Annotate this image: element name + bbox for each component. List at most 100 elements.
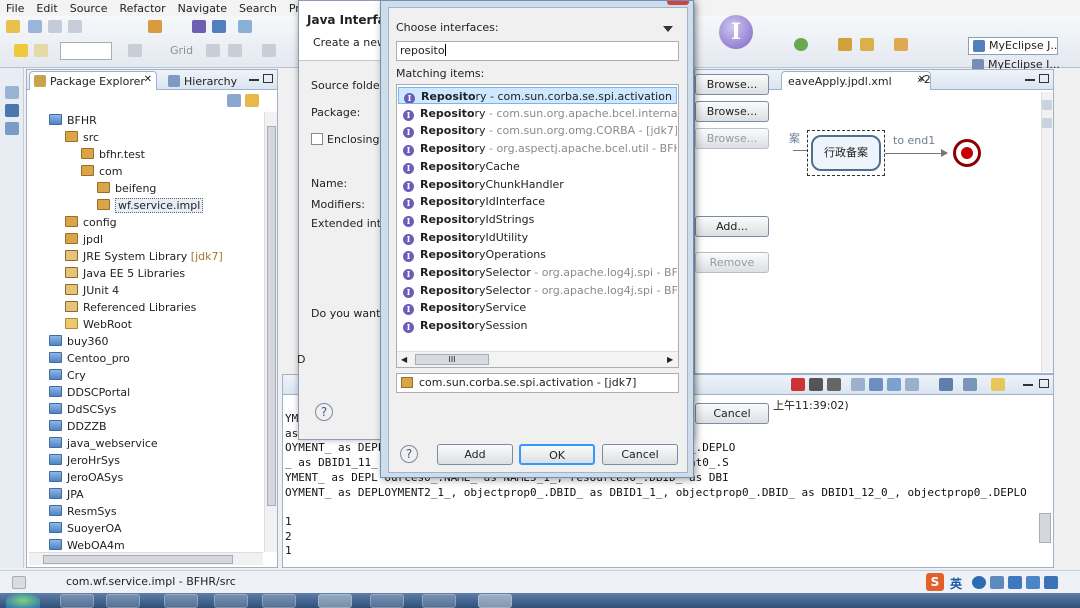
open-console-icon[interactable] [939,378,953,391]
pencil-icon[interactable] [14,44,28,57]
restore-icon[interactable] [5,86,19,99]
interface-item[interactable]: I Repository - com.sun.corba.se.spi.activ… [398,87,677,104]
open-type-icon[interactable] [192,20,206,33]
tasks-icon[interactable] [5,122,19,135]
tree-item[interactable]: DdSCSys [49,401,116,418]
link-editor-icon[interactable] [245,94,259,107]
clear-console-icon[interactable] [869,378,883,391]
taskbar-chrome-icon[interactable] [214,594,248,608]
maximize-icon[interactable] [1039,74,1049,83]
minimize-icon[interactable] [249,79,259,81]
interface-item[interactable]: I RepositoryIdStrings [398,211,677,228]
tree-vertical-scrollbar[interactable] [264,112,277,552]
deploy-icon[interactable] [860,38,874,51]
end-node[interactable] [953,139,981,167]
scroll-right-icon[interactable]: ▶ [667,355,673,364]
search-icon[interactable] [238,20,252,33]
tree-item[interactable]: JUnit 4 [65,282,119,299]
interface-item[interactable]: I RepositoryIdInterface [398,193,677,210]
open-resource-icon[interactable] [212,20,226,33]
tree-item[interactable]: bfhr.test [81,146,145,163]
taskbar-cmd-icon[interactable] [318,594,352,608]
package-browse-button[interactable]: Browse... [695,101,769,122]
tree-item[interactable]: wf.service.impl [97,197,204,214]
scroll-lock-icon[interactable] [851,378,865,391]
start-button-icon[interactable] [6,593,40,608]
interface-item[interactable]: I RepositorySelector - org.apache.log4j.s… [398,282,677,299]
tree-item[interactable]: DDSCPortal [49,384,130,401]
save-icon[interactable] [28,20,42,33]
align-icon[interactable] [262,44,276,57]
save-all-icon[interactable] [48,20,62,33]
transition-line[interactable] [885,153,947,154]
tree-item[interactable]: JRE System Library [jdk7] [65,248,223,265]
remove-interface-button[interactable]: Remove [695,252,769,273]
tree-item[interactable]: Cry [49,367,86,384]
menu-refactor[interactable]: Refactor [114,2,172,15]
collapse-all-icon[interactable] [227,94,241,107]
task-node[interactable]: 行政备案 [811,135,881,171]
interface-item[interactable]: I RepositoryIdUtility [398,229,677,246]
matching-items-list[interactable]: I Repository - com.sun.corba.se.spi.activ… [396,84,679,368]
interface-item[interactable]: I Repository - org.aspectj.apache.bcel.ut… [398,140,677,157]
tree-item[interactable]: ResmSys [49,503,117,520]
connect-icon[interactable] [228,44,242,57]
minimize-icon[interactable] [1025,79,1035,81]
source-folder-browse-button[interactable]: Browse... [695,74,769,95]
sogou-ime-icon[interactable]: S [926,573,944,591]
taskbar-eclipse-icon[interactable] [478,594,512,608]
menu-edit[interactable]: Edit [30,2,63,15]
pin-console-icon[interactable] [905,378,919,391]
skin-icon[interactable] [1026,576,1040,589]
snap-icon[interactable] [128,44,142,57]
maximize-icon[interactable] [263,74,273,83]
interface-item[interactable]: I RepositoryService [398,299,677,316]
browser-icon[interactable] [894,38,908,51]
tools-icon[interactable] [1044,576,1058,589]
interface-item[interactable]: I Repository - com.sun.org.apache.bcel.in… [398,105,677,122]
tree-item[interactable]: jpdl [65,231,103,248]
remove-launch-icon[interactable] [809,378,823,391]
tree-item[interactable]: beifeng [97,180,156,197]
fast-view-icon[interactable] [12,576,26,589]
tree-item[interactable]: DDZZB [49,418,107,435]
tree-item[interactable]: java_webservice [49,435,158,452]
tree-item[interactable]: config [65,214,117,231]
dialog-add-button[interactable]: Add [437,444,513,465]
perspective-myeclipse-java[interactable]: MyEclipse J... [968,37,1058,55]
marker-icon[interactable] [34,44,48,57]
tree-item[interactable]: WebOA4m [49,537,125,550]
scroll-thumb[interactable]: III [415,354,489,365]
tree-item[interactable]: src [65,129,99,146]
menu-search[interactable]: Search [233,2,283,15]
tree-item[interactable]: Centoo_pro [49,350,130,367]
tree-item[interactable]: SuoyerOA [49,520,121,537]
help-icon[interactable]: ? [400,445,418,463]
tree-horizontal-scrollbar[interactable] [29,552,263,565]
interface-item[interactable]: I RepositoryOperations [398,246,677,263]
tree-item[interactable]: JeroHrSys [49,452,120,469]
interface-item[interactable]: I RepositoryChunkHandler [398,176,677,193]
palette-icon[interactable] [1042,100,1052,110]
tree-item[interactable]: Referenced Libraries [65,299,196,316]
interface-item[interactable]: I RepositorySelector - org.apache.log4j.s… [398,264,677,281]
close-window-icon[interactable] [667,1,689,5]
new-class-icon[interactable] [148,20,162,33]
scroll-left-icon[interactable]: ◀ [401,355,407,364]
tree-item[interactable]: JeroOASys [49,469,123,486]
palette-icon[interactable] [1042,118,1052,128]
punctuation-icon[interactable] [990,576,1004,589]
add-interface-button[interactable]: Add... [695,216,769,237]
enclosing-browse-button[interactable]: Browse... [695,128,769,149]
dialog-cancel-button[interactable]: Cancel [602,444,678,465]
console-scroll-thumb[interactable] [1039,513,1051,543]
new-console-icon[interactable] [991,378,1005,391]
taskbar-ie-icon[interactable] [60,594,94,608]
ime-mode[interactable]: 英 [950,575,962,592]
tree-item[interactable]: WebRoot [65,316,132,333]
tab-hierarchy[interactable]: Hierarchy [163,71,249,90]
interface-item[interactable]: I Repository - com.sun.org.omg.CORBA - [j… [398,122,677,139]
scroll-thumb[interactable] [43,555,233,564]
scroll-thumb[interactable] [267,126,276,506]
menu-navigate[interactable]: Navigate [172,2,233,15]
